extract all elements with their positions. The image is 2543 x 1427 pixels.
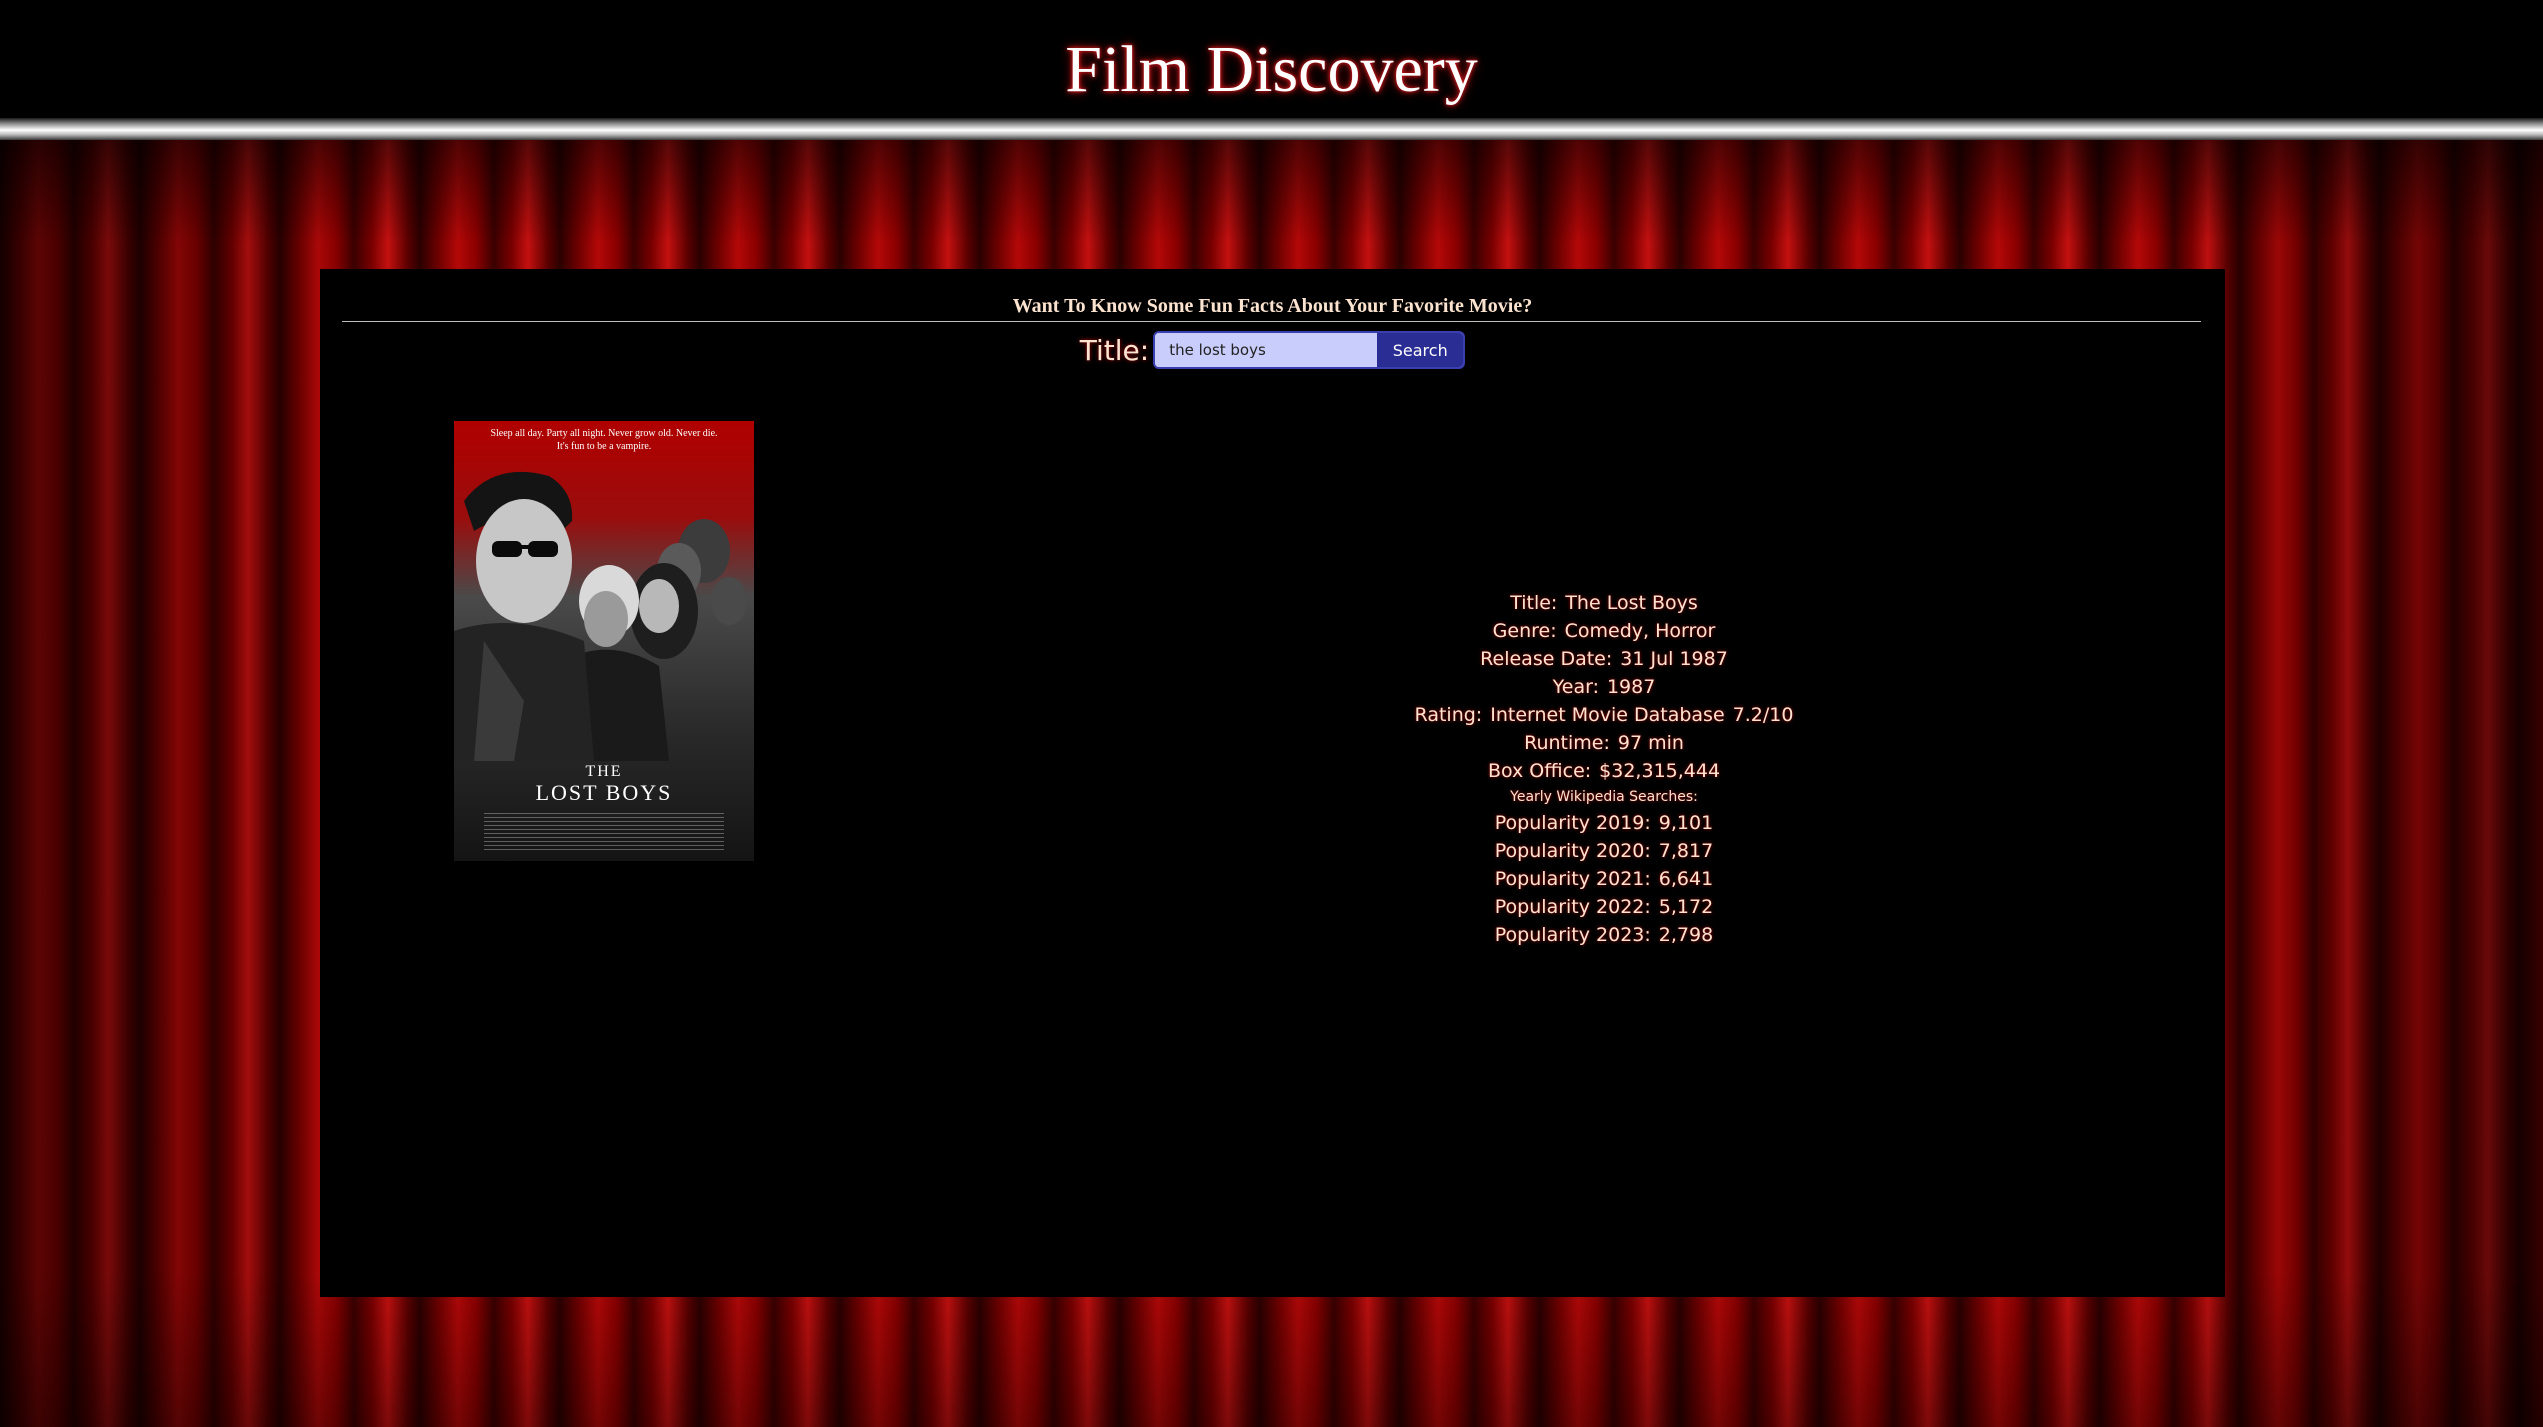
heading-divider xyxy=(342,321,2201,322)
info-runtime: Runtime: 97 min xyxy=(1404,729,1804,757)
info-rating: Rating: Internet Movie Database 7.2/10 xyxy=(1404,701,1804,729)
popularity-label: Popularity 2020: xyxy=(1494,840,1651,862)
info-rating-value: 7.2/10 xyxy=(1732,704,1794,726)
header-divider xyxy=(0,118,2543,140)
movie-poster: Sleep all day. Party all night. Never gr… xyxy=(454,421,754,861)
popularity-label: Popularity 2019: xyxy=(1494,812,1651,834)
info-release-label: Release Date: xyxy=(1480,648,1613,670)
poster-tagline: Sleep all day. Party all night. Never gr… xyxy=(454,427,754,453)
info-year: Year: 1987 xyxy=(1404,673,1804,701)
search-input[interactable] xyxy=(1155,333,1378,367)
popularity-row: Popularity 2021: 6,641 xyxy=(1404,865,1804,893)
info-year-label: Year: xyxy=(1552,676,1599,698)
poster-title: THE LOST BOYS xyxy=(454,763,754,805)
poster-tagline-line: It's fun to be a vampire. xyxy=(556,441,652,452)
poster-figures-art xyxy=(454,471,747,761)
info-release-date: Release Date: 31 Jul 1987 xyxy=(1404,645,1804,673)
popularity-row: Popularity 2019: 9,101 xyxy=(1404,809,1804,837)
info-genre-label: Genre: xyxy=(1492,620,1557,642)
popularity-label: Popularity 2022: xyxy=(1494,896,1651,918)
search-label: Title: xyxy=(1079,333,1150,367)
popularity-value: 7,817 xyxy=(1658,840,1714,862)
poster-title-name: LOST BOYS xyxy=(535,780,673,805)
popularity-value: 9,101 xyxy=(1658,812,1714,834)
popularity-row: Popularity 2023: 2,798 xyxy=(1404,921,1804,949)
info-title-label: Title: xyxy=(1510,592,1558,614)
poster-title-the: THE xyxy=(585,763,623,780)
popularity-row: Popularity 2022: 5,172 xyxy=(1404,893,1804,921)
info-runtime-label: Runtime: xyxy=(1524,732,1610,754)
info-title-value: The Lost Boys xyxy=(1565,592,1698,614)
movie-info: Title: The Lost Boys Genre: Comedy, Horror… xyxy=(1404,589,1804,949)
popularity-heading: Yearly Wikipedia Searches: xyxy=(1510,789,1698,805)
info-year-value: 1987 xyxy=(1606,676,1656,698)
site-header: Film Discovery xyxy=(0,0,2543,124)
info-release-value: 31 Jul 1987 xyxy=(1620,648,1728,670)
site-title: Film Discovery xyxy=(1065,33,1478,106)
popularity-label: Popularity 2023: xyxy=(1494,924,1651,946)
info-box-office-value: $32,315,444 xyxy=(1599,760,1721,782)
content-panel: Want To Know Some Fun Facts About Your F… xyxy=(320,269,2225,1297)
popularity-row: Popularity 2020: 7,817 xyxy=(1404,837,1804,865)
poster-credits-block xyxy=(484,813,724,853)
info-rating-source: Internet Movie Database xyxy=(1490,704,1725,726)
info-rating-label: Rating: xyxy=(1414,704,1483,726)
info-box-office: Box Office: $32,315,444 xyxy=(1404,757,1804,785)
info-title: Title: The Lost Boys xyxy=(1404,589,1804,617)
info-genre: Genre: Comedy, Horror xyxy=(1404,617,1804,645)
popularity-value: 2,798 xyxy=(1658,924,1714,946)
search-button[interactable]: Search xyxy=(1377,333,1464,367)
info-genre-value: Comedy, Horror xyxy=(1564,620,1716,642)
panel-heading: Want To Know Some Fun Facts About Your F… xyxy=(1012,295,1533,317)
popularity-value: 6,641 xyxy=(1658,868,1714,890)
info-box-office-label: Box Office: xyxy=(1487,760,1592,782)
search-box: Search xyxy=(1153,331,1466,369)
popularity-value: 5,172 xyxy=(1658,896,1714,918)
popularity-label: Popularity 2021: xyxy=(1494,868,1651,890)
info-runtime-value: 97 min xyxy=(1617,732,1684,754)
poster-tagline-line: Sleep all day. Party all night. Never gr… xyxy=(490,428,718,439)
search-form: Title: Search xyxy=(320,329,2225,371)
